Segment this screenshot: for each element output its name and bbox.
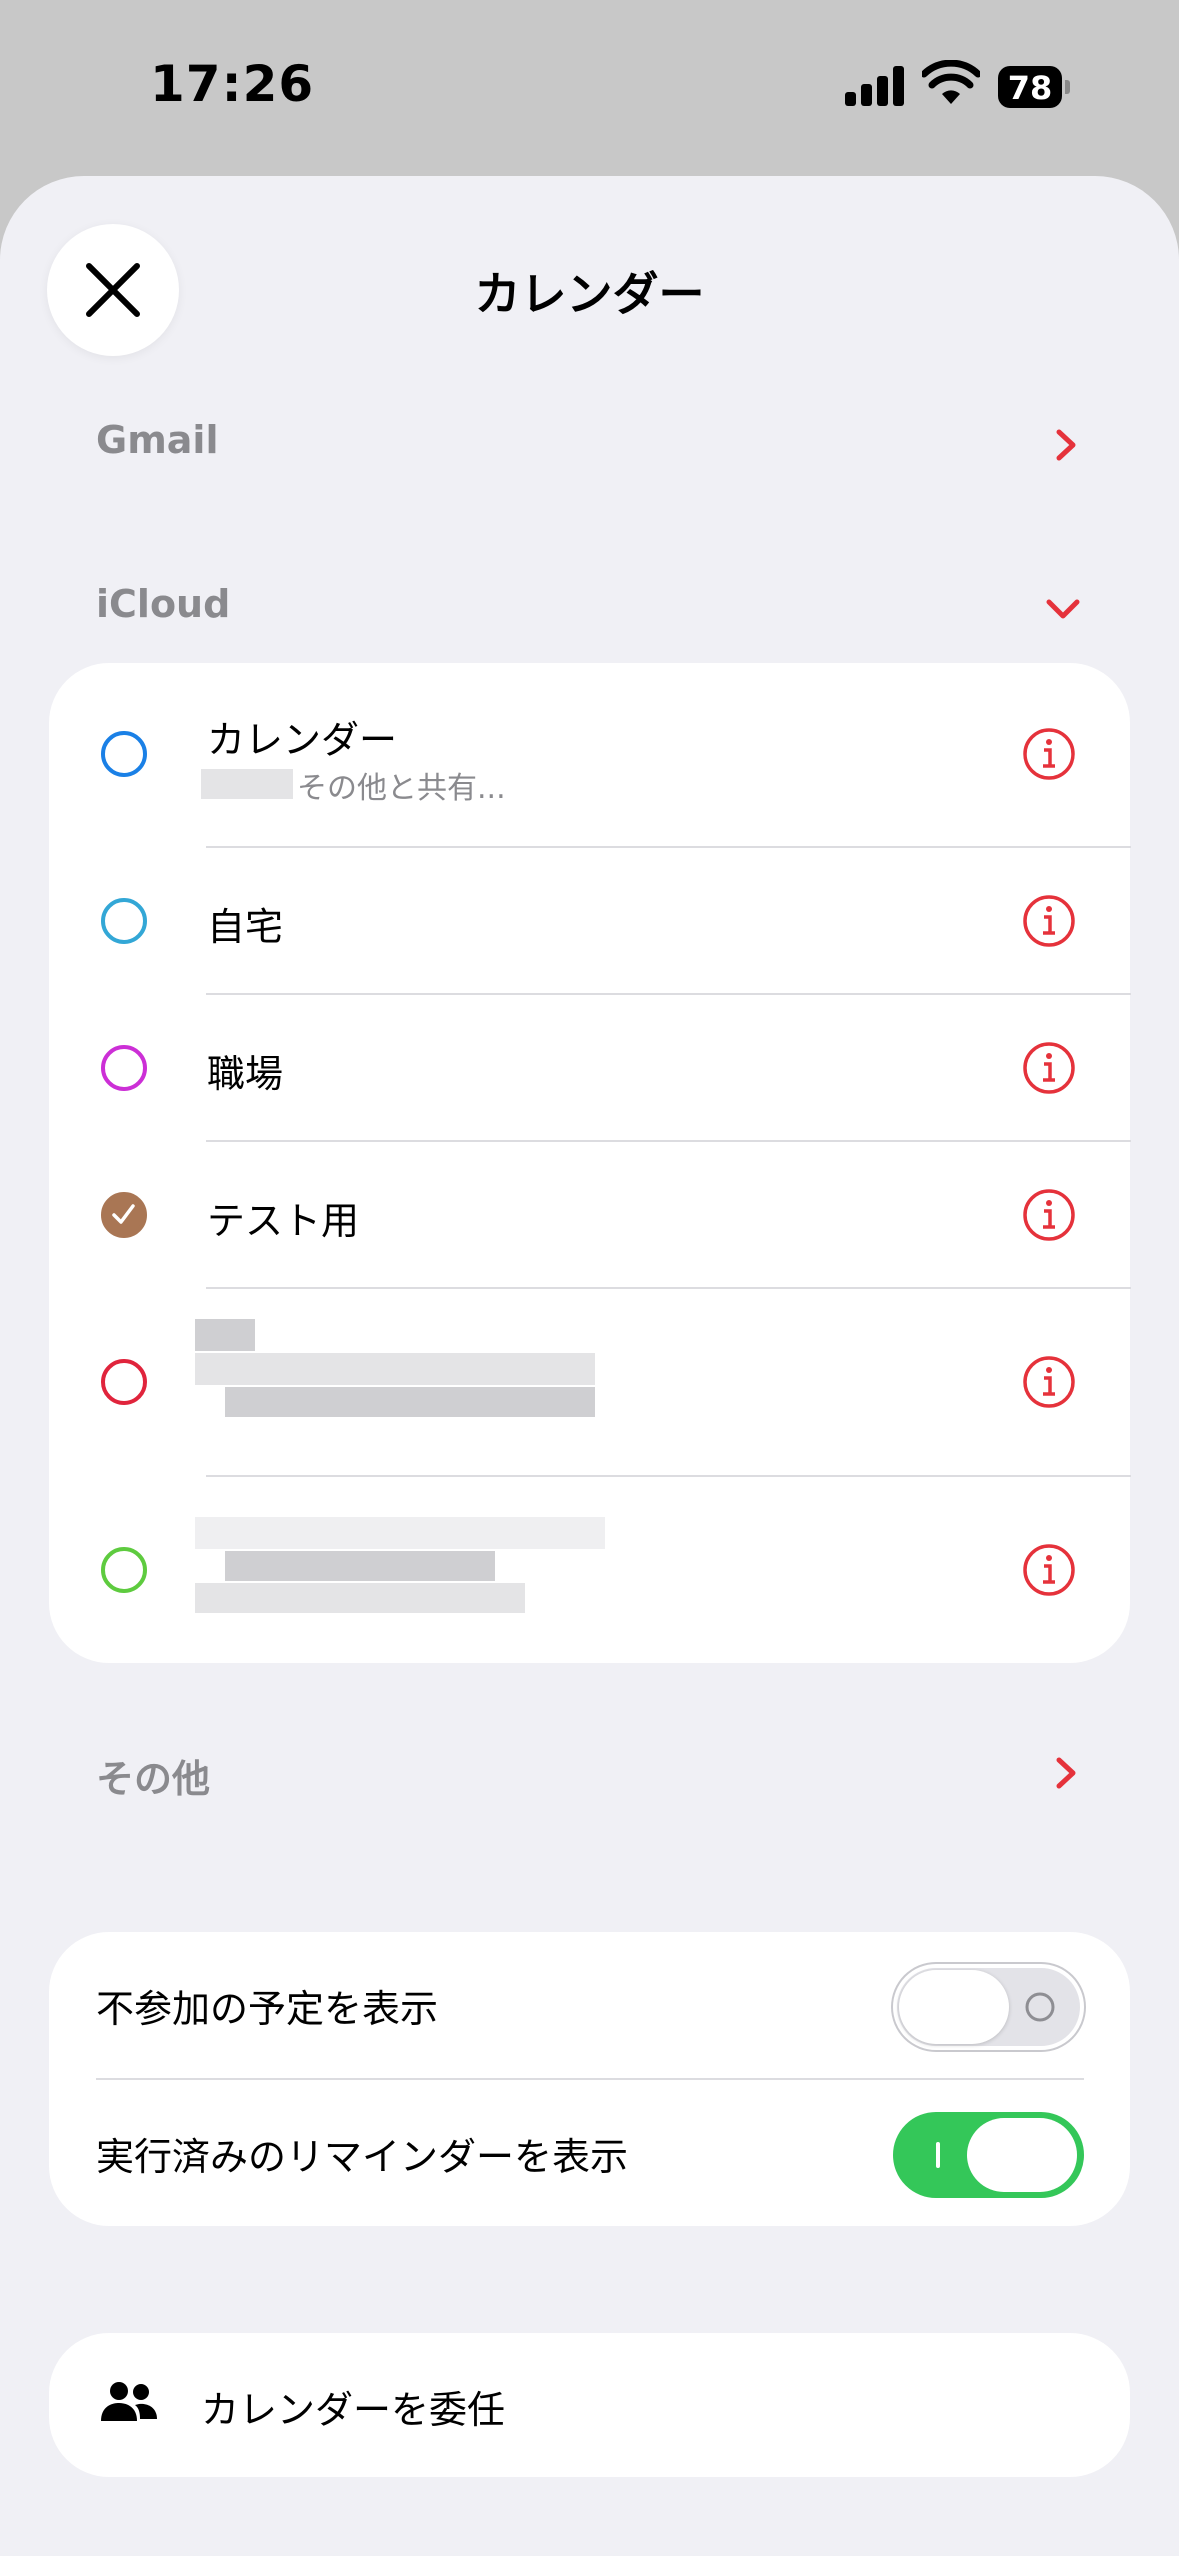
- cellular-signal-icon: [845, 66, 905, 106]
- settings-card: 不参加の予定を表示 実行済みのリマインダーを表示: [49, 1932, 1130, 2226]
- calendar-toggle-circle[interactable]: [101, 731, 147, 777]
- status-bar: 17:26 78: [0, 0, 1179, 170]
- delegate-calendar-button[interactable]: カレンダーを委任: [49, 2333, 1130, 2477]
- people-icon: [101, 2382, 157, 2421]
- wifi-icon: [922, 60, 980, 104]
- calendar-label: 職場: [207, 1052, 284, 1096]
- show-completed-reminders-toggle[interactable]: [893, 2112, 1084, 2198]
- show-completed-reminders-label: 実行済みのリマインダーを表示: [96, 2135, 629, 2179]
- calendar-label: テスト用: [207, 1199, 360, 1243]
- info-icon[interactable]: [1022, 1355, 1076, 1409]
- show-declined-toggle[interactable]: [893, 1964, 1084, 2050]
- redacted-text: [225, 1551, 495, 1581]
- calendar-subtitle: その他と共有...: [297, 771, 506, 806]
- calendar-row[interactable]: カレンダー その他と共有...: [49, 663, 1130, 845]
- calendar-row[interactable]: [49, 1477, 1130, 1663]
- info-icon[interactable]: [1022, 1543, 1076, 1597]
- calendar-label: 自宅: [207, 905, 284, 949]
- chevron-right-icon[interactable]: [1054, 428, 1080, 462]
- calendar-row[interactable]: [49, 1289, 1130, 1475]
- chevron-right-icon[interactable]: [1054, 1756, 1080, 1790]
- redacted-owner: [201, 769, 293, 799]
- calendar-toggle-circle[interactable]: [101, 1045, 147, 1091]
- calendar-row[interactable]: テスト用: [49, 1142, 1130, 1287]
- sheet-title: カレンダー: [474, 267, 705, 321]
- status-time: 17:26: [150, 55, 315, 113]
- redacted-text: [195, 1583, 525, 1613]
- toggle-knob: [967, 2118, 1077, 2192]
- toggle-knob: [899, 1970, 1009, 2044]
- calendar-label: カレンダー: [207, 718, 398, 762]
- info-icon[interactable]: [1022, 894, 1076, 948]
- separator: [96, 2078, 1084, 2080]
- calendar-toggle-circle[interactable]: [101, 1547, 147, 1593]
- redacted-text: [195, 1517, 605, 1549]
- section-icloud[interactable]: iCloud: [96, 582, 230, 626]
- section-other[interactable]: その他: [96, 1748, 210, 1803]
- calendar-row[interactable]: 職場: [49, 995, 1130, 1140]
- section-gmail[interactable]: Gmail: [96, 418, 218, 462]
- battery-percent: 78: [1007, 69, 1053, 107]
- calendar-row[interactable]: 自宅: [49, 848, 1130, 993]
- chevron-down-icon[interactable]: [1045, 596, 1081, 622]
- calendar-checked-circle[interactable]: [101, 1192, 147, 1238]
- redacted-text: [195, 1319, 255, 1351]
- toggle-off-indicator-icon: [1025, 1992, 1055, 2022]
- toggle-on-indicator-icon: [936, 2142, 940, 2168]
- checkmark-icon: [112, 1204, 135, 1224]
- icloud-calendar-list: カレンダー その他と共有... 自宅 職場 テスト用: [49, 663, 1131, 1663]
- calendar-toggle-circle[interactable]: [101, 1359, 147, 1405]
- delegate-calendar-label: カレンダーを委任: [201, 2388, 506, 2432]
- calendar-toggle-circle[interactable]: [101, 898, 147, 944]
- redacted-text: [195, 1353, 595, 1385]
- battery-icon: 78: [998, 66, 1070, 108]
- show-declined-label: 不参加の予定を表示: [96, 1987, 439, 2031]
- info-icon[interactable]: [1022, 1041, 1076, 1095]
- info-icon[interactable]: [1022, 1188, 1076, 1242]
- info-icon[interactable]: [1022, 727, 1076, 781]
- redacted-text: [225, 1387, 595, 1417]
